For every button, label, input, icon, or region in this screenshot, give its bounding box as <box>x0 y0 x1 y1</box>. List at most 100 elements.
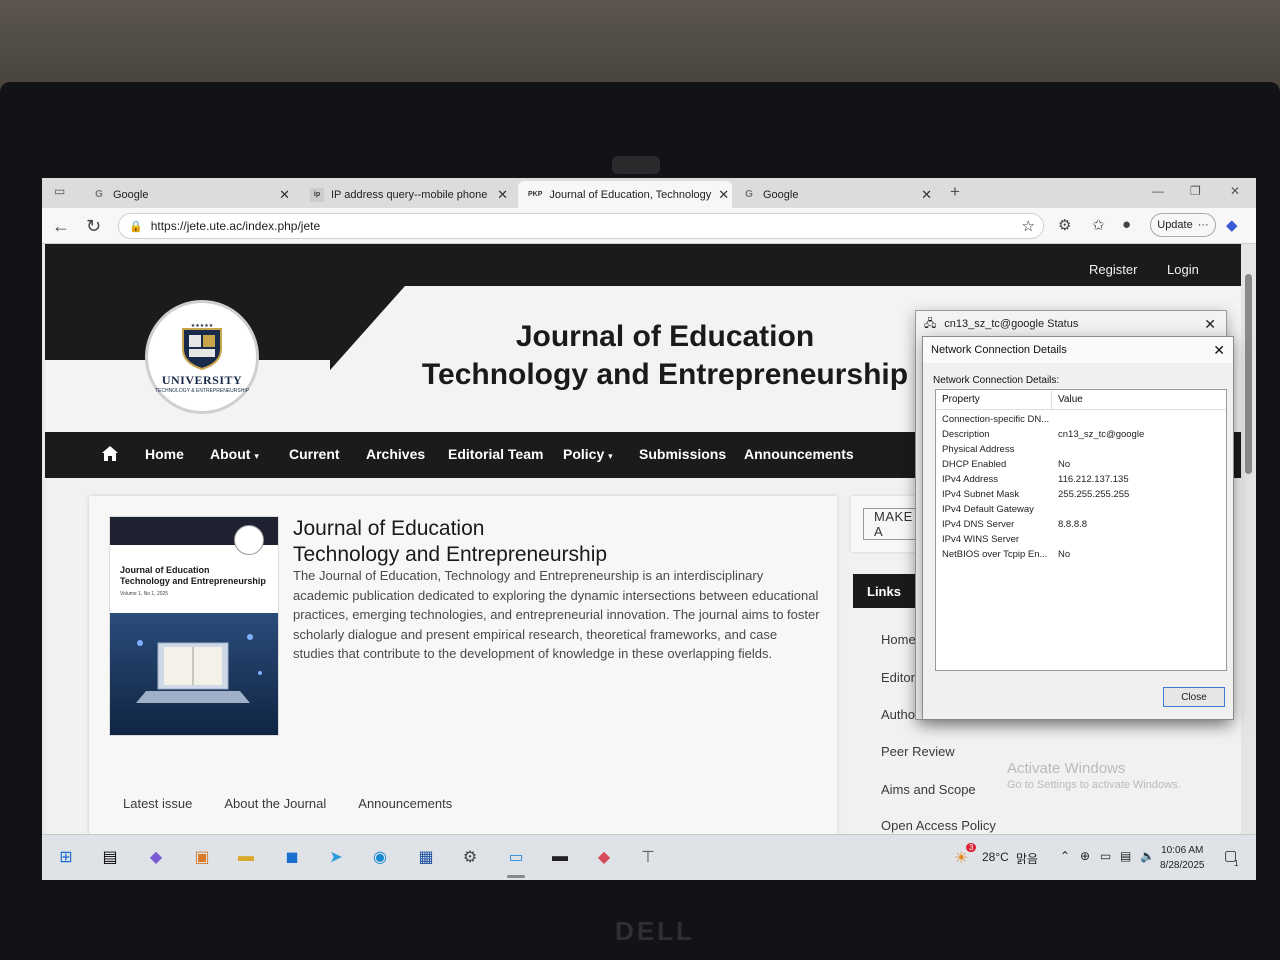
nav-current[interactable]: Current <box>289 446 340 462</box>
favorites-icon[interactable]: ✩ <box>1092 216 1105 234</box>
table-row[interactable]: IPv4 Subnet Mask 255.255.255.255 <box>936 489 1226 504</box>
volume-icon[interactable]: 🔈 <box>1140 849 1155 863</box>
close-window-icon[interactable]: ✕ <box>1230 184 1240 198</box>
weather-desc[interactable]: 맑음 <box>1016 850 1038 867</box>
edge-icon[interactable]: ◉ <box>368 845 392 869</box>
row-property: IPv4 WINS Server <box>942 534 1020 545</box>
sidebar-link-editorial[interactable]: Editori <box>881 670 918 685</box>
tab-about-journal[interactable]: About the Journal <box>224 796 326 811</box>
table-row[interactable]: NetBIOS over Tcpip En... No <box>936 549 1226 564</box>
file-explorer-icon[interactable]: ▬ <box>234 845 258 869</box>
journal-description: The Journal of Education, Technology and… <box>293 568 820 661</box>
close-tab-icon[interactable]: ✕ <box>718 187 729 203</box>
profile-avatar-icon[interactable]: ● <box>1122 216 1131 233</box>
battery-icon[interactable]: ▭ <box>1100 849 1111 863</box>
table-row[interactable]: IPv4 Default Gateway <box>936 504 1226 519</box>
copilot-taskbar-icon[interactable]: ◆ <box>144 845 168 869</box>
page-scrollbar[interactable] <box>1241 244 1256 834</box>
sidebar-link-author[interactable]: Author <box>881 707 919 722</box>
register-link[interactable]: Register <box>1089 262 1137 277</box>
site-title-line2: Technology and Entrepreneurship <box>421 358 909 391</box>
make-submission-button[interactable]: MAKE A <box>863 508 923 540</box>
sidebar-link-open-access[interactable]: Open Access Policy <box>881 818 996 833</box>
sidebar-link-peer-review[interactable]: Peer Review <box>881 744 955 759</box>
remote-app-icon[interactable]: ◆ <box>592 845 616 869</box>
nav-archives[interactable]: Archives <box>366 446 425 462</box>
minimize-icon[interactable]: — <box>1152 184 1164 198</box>
store-icon[interactable]: ▣ <box>190 845 214 869</box>
login-link[interactable]: Login <box>1167 262 1199 277</box>
laptop-logo: DELL <box>615 916 695 946</box>
laptop-icon <box>136 634 262 703</box>
weather-temp[interactable]: 28°C <box>982 850 1009 864</box>
task-view-icon[interactable]: ▤ <box>98 845 122 869</box>
close-tab-icon[interactable]: ✕ <box>497 187 508 203</box>
tab-google-1[interactable]: G Google ✕ <box>82 181 300 208</box>
close-tab-icon[interactable]: ✕ <box>279 187 290 203</box>
tab-title: IP address query--mobile phone <box>331 188 488 201</box>
network-icon[interactable]: ▤ <box>1120 849 1131 863</box>
home-icon[interactable] <box>101 445 119 462</box>
refresh-icon[interactable]: ↻ <box>86 216 101 237</box>
extensions-icon[interactable]: ⚙ <box>1058 216 1071 234</box>
notification-count: 1 <box>1234 859 1239 868</box>
sidebar-link-home[interactable]: Home <box>881 632 916 647</box>
restore-icon[interactable]: ❐ <box>1190 184 1201 198</box>
tab-journal[interactable]: PKP Journal of Education, Technology ✕ <box>518 181 732 208</box>
apps-grid-icon[interactable]: ▦ <box>414 845 438 869</box>
row-value: 255.255.255.255 <box>1058 489 1130 500</box>
table-row[interactable]: DHCP Enabled No <box>936 459 1226 474</box>
tab-google-2[interactable]: G Google ✕ <box>732 181 942 208</box>
url-field[interactable]: 🔒 https://jete.ute.ac/index.php/jete ☆ <box>118 213 1044 239</box>
nav-submissions[interactable]: Submissions <box>639 446 726 462</box>
start-icon[interactable]: ⊞ <box>54 845 78 869</box>
dropdown-caret-icon: ▾ <box>254 451 259 461</box>
column-property[interactable]: Property <box>936 390 1052 409</box>
show-hidden-icons-icon[interactable]: ⌃ <box>1060 849 1070 863</box>
table-row[interactable]: Connection-specific DN... <box>936 414 1226 429</box>
back-icon[interactable]: ← <box>52 216 70 237</box>
university-logo[interactable]: ★★★★★ UNIVERSITY TECHNOLOGY & ENTREPRENE… <box>145 300 259 414</box>
terminal-icon[interactable]: ▬ <box>548 845 572 869</box>
scrollbar-thumb[interactable] <box>1245 274 1252 474</box>
nav-announcements[interactable]: Announcements <box>744 446 854 462</box>
site-info-icon[interactable]: 🔒 <box>129 220 143 233</box>
close-details-icon[interactable]: ✕ <box>1213 342 1225 359</box>
outlook-icon[interactable]: ◼ <box>280 845 304 869</box>
network-app-icon[interactable]: ▭ <box>504 845 528 869</box>
new-tab-button[interactable]: + <box>950 182 960 202</box>
table-row[interactable]: IPv4 Address 116.212.137.135 <box>936 474 1226 489</box>
table-row[interactable]: Description cn13_sz_tc@google <box>936 429 1226 444</box>
table-row[interactable]: IPv4 WINS Server <box>936 534 1226 549</box>
settings-icon[interactable]: ⚙ <box>458 845 482 869</box>
close-button[interactable]: Close <box>1163 687 1225 707</box>
close-status-icon[interactable]: ✕ <box>1204 316 1216 333</box>
table-row[interactable]: Physical Address <box>936 444 1226 459</box>
nav-home[interactable]: Home <box>145 446 184 462</box>
copilot-icon[interactable]: ◆ <box>1226 216 1238 234</box>
watermark-line2: Go to Settings to activate Windows. <box>1007 779 1181 791</box>
details-table[interactable]: Property Value Connection-specific DN...… <box>935 389 1227 671</box>
taskbar: ⊞ ▤ ◆ ▣ ▬ ◼ ➤ ◉ ▦ ⚙ ▭ ▬ ◆ ⊤ ☀ 3 28°C 맑음 … <box>42 834 1256 880</box>
weather-icon[interactable]: ☀ <box>954 848 968 868</box>
tab-ip-query[interactable]: ip IP address query--mobile phone ✕ <box>300 181 518 208</box>
table-row[interactable]: IPv4 DNS Server 8.8.8.8 <box>936 519 1226 534</box>
favorite-star-icon[interactable]: ☆ <box>1022 217 1035 235</box>
close-tab-icon[interactable]: ✕ <box>921 187 932 203</box>
journal-cover[interactable]: Journal of Education Technology and Entr… <box>109 516 279 736</box>
nav-editorial-team[interactable]: Editorial Team <box>448 446 543 462</box>
weather-badge: 3 <box>966 843 977 852</box>
tray-app-icon[interactable]: ⊕ <box>1080 849 1090 863</box>
nav-policy[interactable]: Policy ▾ <box>563 446 613 462</box>
journal-tabs: Latest issue About the Journal Announcem… <box>123 796 452 811</box>
pinned-app-icon[interactable]: ⊤ <box>636 845 660 869</box>
clock[interactable]: 10:06 AM 8/28/2025 <box>1160 843 1205 873</box>
tab-announcements[interactable]: Announcements <box>358 796 452 811</box>
update-button[interactable]: Update ··· <box>1150 213 1216 237</box>
tab-actions-icon[interactable]: ▭ <box>54 184 65 198</box>
tab-latest-issue[interactable]: Latest issue <box>123 796 192 811</box>
telegram-icon[interactable]: ➤ <box>324 845 348 869</box>
nav-about[interactable]: About ▾ <box>210 446 259 462</box>
sidebar-link-aims-scope[interactable]: Aims and Scope <box>881 782 976 797</box>
column-value[interactable]: Value <box>1052 390 1083 409</box>
